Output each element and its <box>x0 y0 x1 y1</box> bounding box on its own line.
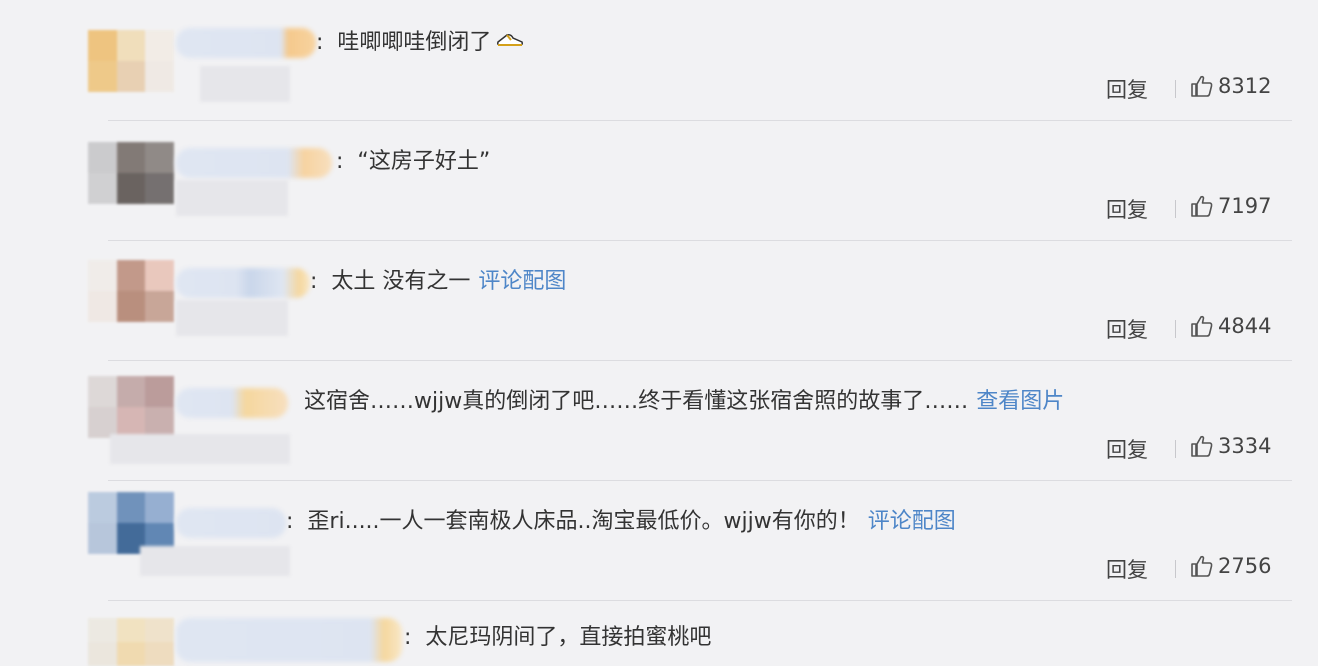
username[interactable] <box>176 268 310 298</box>
thumbs-up-icon <box>1191 315 1213 337</box>
comment-item: 这宿舍……wjjw真的倒闭了吧……终于看懂这张宿舍照的故事了…… 查看图片 回复 … <box>0 360 1318 480</box>
like-button[interactable]: 3334 <box>1190 434 1271 458</box>
comment-text-content: 歪ri.....一人一套南极人床品..淘宝最低价。wjjw有你的！ <box>307 509 860 534</box>
colon: : <box>286 509 294 534</box>
comment-meta <box>200 66 290 102</box>
divider <box>108 480 1292 481</box>
avatar[interactable] <box>88 618 174 666</box>
colon: : <box>310 269 318 294</box>
username[interactable] <box>176 388 288 418</box>
like-count: 4844 <box>1218 314 1272 338</box>
divider <box>108 360 1292 361</box>
like-count: 3334 <box>1218 434 1272 458</box>
avatar[interactable] <box>88 30 174 92</box>
divider <box>108 240 1292 241</box>
avatar[interactable] <box>88 142 174 204</box>
comment-text: : 太尼玛阴间了，直接拍蜜桃吧 <box>404 624 711 652</box>
comment-item: : 歪ri.....一人一套南极人床品..淘宝最低价。wjjw有你的！ 评论配图 回… <box>0 480 1318 600</box>
divider <box>1175 560 1176 578</box>
comment-meta <box>110 434 290 464</box>
colon: : <box>336 149 344 174</box>
reply-button[interactable]: 回复 <box>1106 74 1148 104</box>
comment-item: : “这房子好土” 回复 7197 <box>0 120 1318 240</box>
comment-image-link[interactable]: 评论配图 <box>478 269 566 294</box>
divider <box>1175 80 1176 98</box>
username[interactable] <box>176 508 286 538</box>
like-button[interactable]: 2756 <box>1190 554 1271 578</box>
comment-text-content: 太土 没有之一 <box>331 269 471 294</box>
reply-button[interactable]: 回复 <box>1106 194 1148 224</box>
comment-text: : “这房子好土” <box>336 148 490 176</box>
thumbs-up-icon <box>1191 75 1213 97</box>
avatar[interactable] <box>88 492 174 554</box>
comment-text-content: 太尼玛阴间了，直接拍蜜桃吧 <box>425 625 712 650</box>
like-count: 8312 <box>1218 74 1272 98</box>
view-image-link[interactable]: 查看图片 <box>976 389 1064 414</box>
divider <box>1175 440 1176 458</box>
comment-text: 这宿舍……wjjw真的倒闭了吧……终于看懂这张宿舍照的故事了…… 查看图片 <box>304 388 1064 416</box>
divider <box>1175 200 1176 218</box>
divider <box>1175 320 1176 338</box>
slipper-emoji-icon <box>495 28 525 58</box>
reply-button[interactable]: 回复 <box>1106 554 1148 584</box>
reply-button[interactable]: 回复 <box>1106 434 1148 464</box>
colon: : <box>404 625 412 650</box>
thumbs-up-icon <box>1191 555 1213 577</box>
comment-text: : 哇唧唧哇倒闭了 <box>316 28 525 58</box>
avatar[interactable] <box>88 376 174 438</box>
comment-text: : 歪ri.....一人一套南极人床品..淘宝最低价。wjjw有你的！ 评论配图 <box>286 508 956 536</box>
username[interactable] <box>176 148 332 178</box>
colon: : <box>316 30 324 55</box>
comment-meta <box>176 180 288 216</box>
like-button[interactable]: 7197 <box>1190 194 1271 218</box>
like-button[interactable]: 4844 <box>1190 314 1271 338</box>
username[interactable] <box>176 618 402 662</box>
avatar[interactable] <box>88 260 174 322</box>
comment-text-content: 哇唧唧哇倒闭了 <box>337 30 492 55</box>
thumbs-up-icon <box>1191 435 1213 457</box>
comment-image-link[interactable]: 评论配图 <box>868 509 956 534</box>
comment-meta <box>140 546 290 576</box>
comment-text-content: 这宿舍……wjjw真的倒闭了吧……终于看懂这张宿舍照的故事了…… <box>304 389 969 414</box>
comment-item: : 太尼玛阴间了，直接拍蜜桃吧 <box>0 600 1318 666</box>
comment-meta <box>176 300 288 336</box>
comment-text: : 太土 没有之一 评论配图 <box>310 268 566 296</box>
comment-text-content: “这房子好土” <box>357 149 491 174</box>
divider <box>108 600 1292 601</box>
like-count: 7197 <box>1218 194 1272 218</box>
username[interactable] <box>176 28 316 58</box>
like-button[interactable]: 8312 <box>1190 74 1271 98</box>
like-count: 2756 <box>1218 554 1272 578</box>
divider <box>108 120 1292 121</box>
reply-button[interactable]: 回复 <box>1106 314 1148 344</box>
comment-item: : 哇唧唧哇倒闭了 回复 8312 <box>0 0 1318 120</box>
comment-item: : 太土 没有之一 评论配图 回复 4844 <box>0 240 1318 360</box>
thumbs-up-icon <box>1191 195 1213 217</box>
